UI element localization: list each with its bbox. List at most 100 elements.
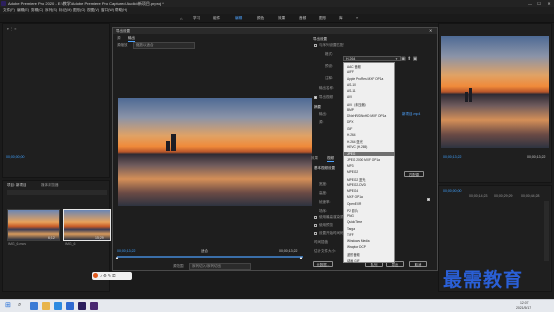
workspace-color[interactable]: 颜色 [254, 15, 267, 21]
format-option[interactable]: 动画 GIF [347, 258, 360, 263]
menu-edit[interactable]: 编辑(E) [17, 8, 29, 13]
format-option[interactable]: OpenEXR [347, 202, 361, 206]
export-scrubber[interactable] [117, 256, 303, 258]
source-range-select[interactable]: 序列切入/序列切出 [189, 263, 251, 270]
menu-clip[interactable]: 剪辑(C) [31, 8, 43, 13]
close-button[interactable]: ✕ [545, 0, 553, 7]
format-option[interactable]: Targa [347, 227, 355, 231]
format-option[interactable]: AS-11 [347, 89, 356, 93]
format-option[interactable]: PNG [347, 214, 354, 218]
workspace-effects[interactable]: 效果 [275, 15, 288, 21]
out-point-icon[interactable]: ▲ [299, 255, 303, 260]
format-option[interactable]: 波形音频 [347, 252, 360, 257]
workspace-assembly[interactable]: 组件 [210, 15, 223, 21]
dialog-titlebar: 导出设置 ✕ [113, 28, 437, 34]
format-option[interactable]: H.264 [347, 133, 356, 137]
format-option[interactable]: DPX [347, 120, 354, 124]
overflow-icon[interactable]: » [356, 15, 358, 20]
format-option[interactable]: MXF OP1a [347, 195, 363, 199]
workspace-bar: ⌂ 学习 组件 编辑 颜色 效果 音频 图形 库 » [0, 14, 554, 23]
project-tab[interactable]: 项目: 新项目 [7, 183, 26, 188]
format-option[interactable]: MPEG2-DVD [347, 183, 366, 187]
metadata-button[interactable]: 元数据... [313, 261, 333, 267]
match-source-button[interactable]: 匹配源 [404, 171, 424, 177]
export-video-checkbox[interactable] [314, 96, 317, 99]
workspace-libraries[interactable]: 库 [336, 15, 346, 21]
menu-graphics[interactable]: 图形(G) [73, 8, 85, 13]
menu-marker[interactable]: 标记(M) [59, 8, 72, 13]
windows-start-icon[interactable]: ⊞ [5, 301, 11, 309]
aspect-checkbox[interactable] [427, 198, 430, 201]
max-render-checkbox[interactable] [314, 216, 317, 219]
maximize-button[interactable]: ☐ [535, 0, 543, 7]
format-option[interactable]: AIFF [347, 70, 354, 74]
format-option[interactable]: AVI（未压缩） [347, 102, 368, 107]
format-option[interactable]: H.264 蓝光 [347, 139, 363, 144]
format-option[interactable]: JPEG 2000 MXF OP1a [347, 158, 380, 162]
source-panel-tab[interactable]: ▾ ⋮ ≡ [7, 27, 16, 31]
workspace-audio[interactable]: 音频 [296, 15, 309, 21]
menu-bar: 文件(F) 编辑(E) 剪辑(C) 序列(S) 标记(M) 图形(G) 视图(V… [0, 7, 554, 14]
edge-icon[interactable] [54, 302, 62, 310]
menu-window[interactable]: 窗口(W) [101, 8, 114, 13]
workspace-graphics[interactable]: 图形 [316, 15, 329, 21]
search-icon[interactable]: ⌕ [18, 302, 21, 309]
use-preview-checkbox[interactable] [314, 224, 317, 227]
record-icon[interactable] [93, 273, 98, 278]
timeline-scrollbar[interactable] [544, 201, 549, 261]
format-option[interactable]: DNxHR/DNxHD MXF OP1a [347, 114, 386, 118]
app-taskbar-icon[interactable] [90, 302, 98, 310]
format-option[interactable]: HEVC (H.265) [347, 145, 367, 149]
home-icon[interactable]: ⌂ [180, 16, 182, 21]
workspace-learn[interactable]: 学习 [190, 15, 203, 21]
store-icon[interactable] [66, 302, 74, 310]
cancel-button[interactable]: 取消 [409, 261, 427, 267]
premiere-taskbar-icon[interactable] [78, 302, 86, 310]
format-option[interactable]: MPEG2 蓝光 [347, 177, 365, 182]
menu-file[interactable]: 文件(F) [3, 8, 15, 13]
fit-label: 适合 [201, 249, 208, 253]
format-option[interactable]: MP3 [347, 164, 354, 168]
menu-view[interactable]: 视图(V) [87, 8, 99, 13]
menu-sequence[interactable]: 序列(S) [45, 8, 57, 13]
in-point-icon[interactable]: ▲ [115, 255, 119, 260]
match-sequence-checkbox[interactable] [314, 44, 317, 47]
tool-icons[interactable]: ♪ ⚙ ✎ ⎚ [100, 273, 115, 278]
media-browser-tab[interactable]: 媒体浏览器 [41, 183, 59, 188]
project-search-input[interactable] [7, 190, 107, 195]
format-option[interactable]: TIFF [347, 233, 354, 237]
taskview-icon[interactable] [30, 302, 38, 310]
file-explorer-icon[interactable] [42, 302, 50, 310]
export-video-label: 导出视频 [319, 95, 333, 99]
format-select[interactable]: H.264 ▼ [343, 56, 401, 61]
match-sequence-label: 与序列设置匹配 [319, 43, 344, 47]
format-label: 格式: [325, 52, 333, 56]
clip-label: IMG_6 [65, 242, 76, 246]
source-scaling-select[interactable]: 缩放以适合 [133, 42, 195, 49]
source-tab[interactable]: 源 [117, 36, 121, 41]
format-option[interactable]: P2 影片 [347, 208, 358, 213]
format-option[interactable]: AAC 音频 [347, 64, 361, 69]
workspace-editing[interactable]: 编辑 [232, 15, 245, 21]
set-start-tc-checkbox[interactable] [314, 232, 317, 235]
format-option[interactable]: AVI [347, 95, 352, 99]
dialog-close-icon[interactable]: ✕ [429, 28, 432, 33]
format-option[interactable]: MPEG2 [347, 170, 358, 174]
minimize-button[interactable]: — [526, 0, 534, 7]
format-option[interactable]: JPEG [344, 151, 395, 156]
output-file-link[interactable]: 新项目.mp4 [402, 112, 420, 117]
menu-help[interactable]: 帮助(H) [115, 8, 127, 13]
effects-tab[interactable]: 效果 [311, 156, 318, 161]
video-tab[interactable]: 视频 [327, 156, 334, 162]
format-option[interactable]: Windows Media [347, 239, 370, 243]
format-option[interactable]: Apple ProRes MXF OP1a [347, 77, 383, 81]
format-option[interactable]: Wraptor DCP [347, 245, 366, 249]
format-option[interactable]: BMP [347, 108, 354, 112]
time-interp-label: 时间插值 [314, 240, 328, 244]
format-option[interactable]: QuickTime [347, 220, 362, 224]
format-option[interactable]: GIF [347, 127, 352, 131]
format-dropdown-list: AAC 音频 AIFF Apple ProRes MXF OP1a AS-10 AS-1… [343, 62, 395, 263]
preset-icons[interactable]: ▣ ⬆ ▣ [401, 56, 417, 62]
format-option[interactable]: MPEG4 [347, 189, 358, 193]
format-option[interactable]: AS-10 [347, 83, 356, 87]
